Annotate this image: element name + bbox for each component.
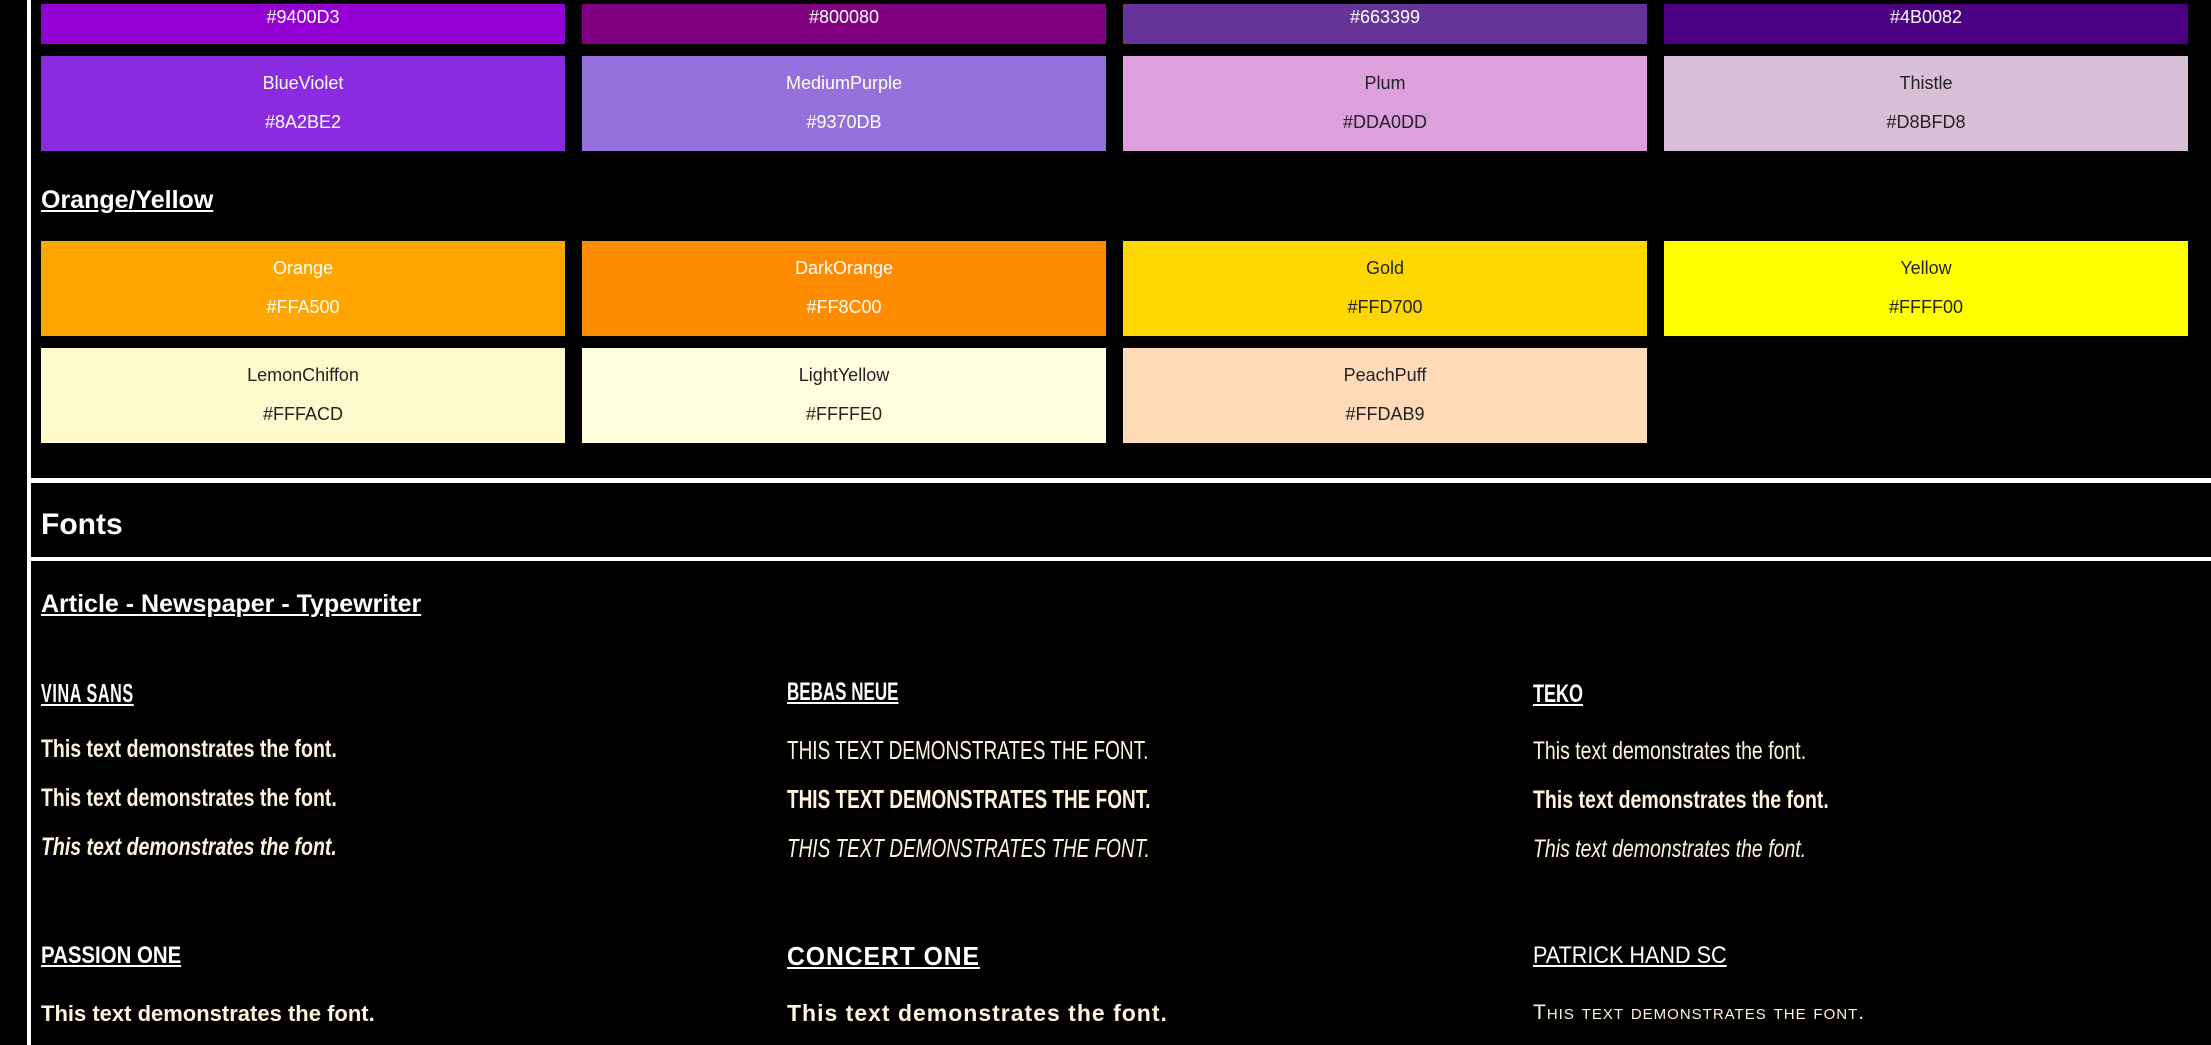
swatch-name: LemonChiffon	[247, 365, 359, 385]
font-name: Vina Sans	[41, 678, 134, 708]
swatch-hex: #663399	[1349, 7, 1421, 27]
section-divider	[31, 478, 2211, 483]
swatch-name: LightYellow	[798, 365, 890, 385]
font-sample-regular: This text demonstrates the font.	[41, 1001, 375, 1026]
font-sample-bold: This text demonstrates the font.	[41, 784, 337, 812]
font-name: Concert One	[787, 941, 980, 971]
font-sample-regular: This text demonstrates the font.	[787, 1000, 1168, 1026]
swatch-name: Yellow	[1900, 258, 1952, 278]
color-swatch: #800080	[582, 4, 1106, 44]
yellow-swatch-row: LemonChiffon #FFFACD LightYellow #FFFFE0…	[41, 348, 2188, 443]
swatch-name: Plum	[1364, 73, 1406, 93]
empty-swatch-slot	[1664, 348, 2188, 443]
swatch-hex: #FFDAB9	[1345, 404, 1425, 424]
color-swatch-orange: Orange #FFA500	[41, 241, 565, 336]
font-sample-bold: This text demonstrates the font.	[1533, 786, 1829, 814]
font-sample-italic: This text demonstrates the font.	[787, 833, 1150, 863]
section-divider	[31, 557, 2211, 561]
swatch-hex: #FFD700	[1347, 297, 1423, 317]
font-sample-regular: This text demonstrates the font.	[1533, 737, 1807, 765]
color-swatch-lemonchiffon: LemonChiffon #FFFACD	[41, 348, 565, 443]
purple-swatch-row-top: #9400D3 #800080 #663399 #4B0082	[41, 4, 2188, 44]
color-swatch-plum: Plum #DDA0DD	[1123, 56, 1647, 151]
font-sample-regular: This text demonstrates the font.	[787, 735, 1149, 765]
section-heading-article: Article - Newspaper - Typewriter	[41, 590, 422, 618]
swatch-hex: #FFFFE0	[805, 404, 882, 424]
color-swatch-mediumpurple: MediumPurple #9370DB	[582, 56, 1106, 151]
color-swatch-thistle: Thistle #D8BFD8	[1664, 56, 2188, 151]
font-sample-regular: This text demonstrates the font.	[1533, 1001, 1866, 1024]
font-name: Passion One	[41, 942, 182, 969]
font-sample-italic: This text demonstrates the font.	[41, 833, 337, 861]
swatch-name: DarkOrange	[794, 258, 894, 278]
swatch-hex: #800080	[808, 7, 880, 27]
color-swatch-darkorange: DarkOrange #FF8C00	[582, 241, 1106, 336]
color-swatch: #663399	[1123, 4, 1647, 44]
font-sample-bold: This text demonstrates the font.	[787, 784, 1151, 814]
font-name: Patrick Hand SC	[1533, 942, 1727, 969]
swatch-hex: #9400D3	[266, 7, 340, 27]
fonts-section-title: Fonts	[41, 508, 123, 541]
swatch-hex: #4B0082	[1889, 7, 1963, 27]
color-swatch-gold: Gold #FFD700	[1123, 241, 1647, 336]
swatch-name: MediumPurple	[785, 73, 903, 93]
swatch-name: Orange	[272, 258, 334, 278]
swatch-hex: #FFA500	[266, 297, 340, 317]
font-name: Teko	[1533, 680, 1584, 708]
color-swatch: #4B0082	[1664, 4, 2188, 44]
page-content: #9400D3 #800080 #663399 #4B0082 BlueViol…	[31, 0, 2211, 1045]
color-swatch: #9400D3	[41, 4, 565, 44]
swatch-name: PeachPuff	[1343, 365, 1427, 385]
swatch-hex: #D8BFD8	[1886, 112, 1966, 132]
font-sample-italic: This text demonstrates the font.	[1533, 835, 1807, 863]
swatch-hex: #FFFACD	[262, 404, 343, 424]
orange-swatch-row: Orange #FFA500 DarkOrange #FF8C00 Gold #…	[41, 241, 2188, 336]
swatch-hex: #DDA0DD	[1342, 112, 1428, 132]
color-swatch-blueviolet: BlueViolet #8A2BE2	[41, 56, 565, 151]
purple-swatch-row: BlueViolet #8A2BE2 MediumPurple #9370DB …	[41, 56, 2188, 151]
swatch-hex: #9370DB	[806, 112, 882, 132]
color-swatch-peachpuff: PeachPuff #FFDAB9	[1123, 348, 1647, 443]
swatch-hex: #FFFF00	[1888, 297, 1963, 317]
swatch-name: Thistle	[1899, 73, 1953, 93]
color-swatch-yellow: Yellow #FFFF00	[1664, 241, 2188, 336]
font-name: Bebas Neue	[787, 678, 899, 706]
color-swatch-lightyellow: LightYellow #FFFFE0	[582, 348, 1106, 443]
swatch-name: Gold	[1365, 258, 1405, 278]
swatch-name: BlueViolet	[262, 73, 344, 93]
section-heading-orange-yellow: Orange/Yellow	[41, 186, 214, 214]
swatch-hex: #FF8C00	[806, 297, 882, 317]
swatch-hex: #8A2BE2	[264, 112, 342, 132]
font-sample-regular: This text demonstrates the font.	[41, 735, 337, 763]
